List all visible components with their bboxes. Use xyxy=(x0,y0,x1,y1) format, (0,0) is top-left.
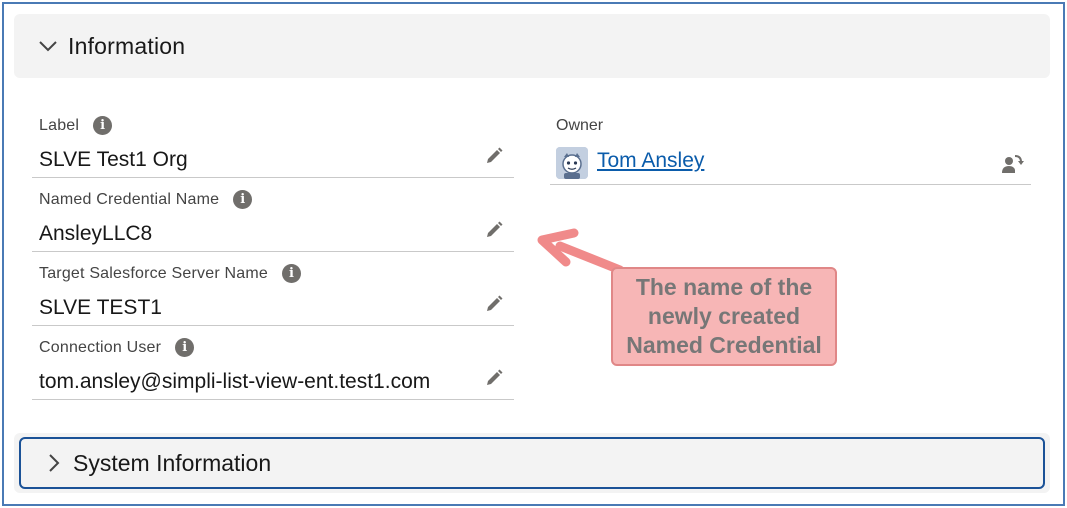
field-named-credential-name: Named Credential Name i AnsleyLLC8 xyxy=(32,178,514,252)
chevron-right-icon xyxy=(43,452,65,474)
field-connection-user: Connection User i tom.ansley@simpli-list… xyxy=(32,326,514,400)
field-label-value: SLVE Test1 Org xyxy=(39,148,188,171)
field-target-server-caption: Target Salesforce Server Name xyxy=(39,264,269,282)
field-named-credential-value: AnsleyLLC8 xyxy=(39,222,153,245)
info-icon[interactable]: i xyxy=(233,190,253,209)
owner-name-link[interactable]: Tom Ansley xyxy=(597,149,704,173)
annotation-line-3: Named Credential xyxy=(626,332,822,358)
info-icon[interactable]: i xyxy=(93,116,113,135)
field-owner-caption: Owner xyxy=(556,117,604,134)
field-connection-user-caption: Connection User xyxy=(39,338,162,356)
avatar xyxy=(556,147,588,179)
annotation-callout: The name of the newly created Named Cred… xyxy=(611,267,837,366)
pencil-icon[interactable] xyxy=(482,366,506,390)
field-target-server-value: SLVE TEST1 xyxy=(39,296,162,319)
annotation-line-2: newly created xyxy=(647,303,801,329)
info-icon[interactable]: i xyxy=(175,338,195,357)
pencil-icon[interactable] xyxy=(482,218,506,242)
field-named-credential-caption: Named Credential Name xyxy=(39,190,220,208)
change-owner-icon[interactable] xyxy=(999,151,1025,177)
information-section-header[interactable]: Information xyxy=(14,14,1050,78)
information-section-title: Information xyxy=(68,32,186,59)
field-target-server-name: Target Salesforce Server Name i SLVE TES… xyxy=(32,252,514,326)
field-label-caption: Label xyxy=(39,116,80,134)
pencil-icon[interactable] xyxy=(482,144,506,168)
chevron-down-icon xyxy=(36,34,60,58)
field-connection-user-value: tom.ansley@simpli-list-view-ent.test1.co… xyxy=(39,370,431,393)
info-icon[interactable]: i xyxy=(282,264,302,283)
system-information-header[interactable]: System Information xyxy=(19,437,1045,489)
field-label: Label i SLVE Test1 Org xyxy=(32,104,514,178)
pencil-icon[interactable] xyxy=(482,292,506,316)
annotation-line-1: The name of the xyxy=(635,274,813,300)
system-information-section: System Information xyxy=(14,433,1050,493)
field-owner: Owner Tom Ansley xyxy=(550,107,1031,185)
system-information-title: System Information xyxy=(73,449,272,476)
